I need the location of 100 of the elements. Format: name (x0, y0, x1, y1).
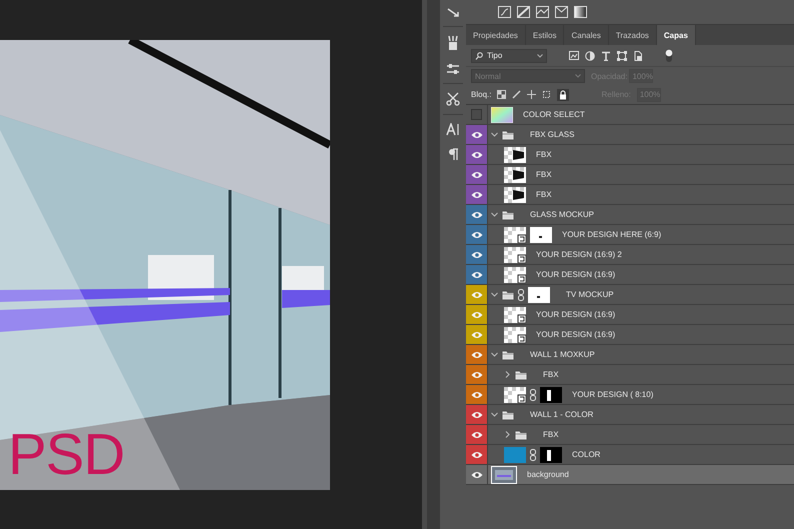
layer-row[interactable]: YOUR DESIGN (16:9) (466, 265, 794, 285)
layer-row[interactable]: COLOR (466, 445, 794, 465)
visibility-eye-icon[interactable] (470, 210, 482, 218)
folder-icon (502, 210, 514, 220)
mask-thumbnail (530, 226, 552, 242)
chevron-icon[interactable] (491, 411, 498, 418)
lock-icon[interactable] (557, 88, 570, 100)
type-filter-icon[interactable] (601, 50, 611, 60)
layer-name: FBX (543, 430, 559, 439)
visibility-eye-icon[interactable] (470, 170, 482, 178)
layer-name: YOUR DESIGN ( 8:10) (572, 390, 654, 399)
chevron-icon[interactable] (491, 351, 498, 358)
pixel-filter-icon[interactable] (569, 51, 579, 60)
smart-object-thumbnail (504, 306, 526, 322)
visibility-eye-icon[interactable] (470, 470, 482, 478)
object-thumbnail (504, 166, 526, 182)
visibility-eye-icon[interactable] (470, 130, 482, 138)
exposure-icon[interactable] (517, 6, 530, 18)
adjustment-filter-icon[interactable] (585, 50, 595, 60)
panel-tab[interactable]: Capas (656, 25, 696, 45)
folder-icon (502, 290, 514, 300)
visibility-toggle[interactable] (471, 109, 482, 120)
visibility-eye-icon[interactable] (470, 150, 482, 158)
visibility-eye-icon[interactable] (470, 250, 482, 258)
layer-row[interactable]: TV MOCKUP (466, 285, 794, 305)
gradient-map-icon[interactable] (574, 6, 587, 18)
layer-name: FBX (543, 370, 559, 379)
chevron-icon[interactable] (491, 211, 498, 218)
layer-row[interactable]: FBX GLASS (466, 125, 794, 145)
smart-object-filter-icon[interactable] (633, 50, 643, 60)
layer-row[interactable]: FBX (466, 165, 794, 185)
chevron-icon[interactable] (504, 431, 511, 438)
layer-row[interactable]: WALL 1 MOXKUP (466, 345, 794, 365)
link-icon[interactable] (530, 448, 536, 460)
layer-row[interactable]: WALL 1 - COLOR (466, 405, 794, 425)
visibility-eye-icon[interactable] (470, 390, 482, 398)
layer-name: TV MOCKUP (566, 290, 614, 299)
layer-name: YOUR DESIGN (16:9) (536, 270, 616, 279)
layer-row[interactable]: YOUR DESIGN (16:9) 2 (466, 245, 794, 265)
layer-row[interactable]: YOUR DESIGN HERE (6:9) (466, 225, 794, 245)
layer-row[interactable]: GLASS MOCKUP (466, 205, 794, 225)
lock-label: Bloq.: (471, 90, 492, 99)
chevron-icon[interactable] (491, 131, 498, 138)
psd-label: PSD (8, 426, 124, 484)
layer-name: FBX (536, 170, 552, 179)
layer-row[interactable]: YOUR DESIGN (16:9) (466, 325, 794, 345)
chevron-icon[interactable] (491, 291, 498, 298)
artboard-icon[interactable] (542, 90, 552, 99)
layer-name: GLASS MOCKUP (530, 210, 594, 219)
scissors-icon[interactable] (446, 92, 460, 106)
visibility-eye-icon[interactable] (470, 450, 482, 458)
visibility-eye-icon[interactable] (470, 190, 482, 198)
layer-name: FBX GLASS (530, 130, 574, 139)
smart-object-thumbnail (504, 326, 526, 342)
folder-icon (502, 130, 514, 140)
layer-row[interactable]: FBX (466, 145, 794, 165)
layer-row[interactable]: FBX (466, 365, 794, 385)
layer-row[interactable]: COLOR SELECT (466, 105, 794, 125)
levels-icon[interactable] (536, 6, 549, 18)
brushes-icon[interactable] (446, 35, 460, 51)
move-icon[interactable] (527, 90, 536, 99)
brush-icon[interactable] (512, 90, 522, 99)
curves-icon[interactable] (498, 6, 511, 18)
visibility-eye-icon[interactable] (470, 370, 482, 378)
mask-thumbnail (540, 386, 562, 402)
layer-filter-dropdown[interactable]: Tipo (471, 48, 547, 62)
visibility-eye-icon[interactable] (470, 410, 482, 418)
filter-toggle[interactable] (665, 48, 673, 62)
layer-name: COLOR SELECT (523, 110, 585, 119)
layer-row[interactable]: FBX (466, 185, 794, 205)
layer-name: YOUR DESIGN (16:9) (536, 330, 616, 339)
color-swatch-thumbnail (491, 106, 513, 122)
paragraph-icon[interactable] (447, 148, 459, 161)
layer-row[interactable]: background (466, 465, 794, 485)
image-thumbnail (491, 466, 517, 484)
vibrance-icon[interactable] (555, 6, 568, 18)
visibility-eye-icon[interactable] (470, 430, 482, 438)
layer-name: YOUR DESIGN (16:9) 2 (536, 250, 622, 259)
shape-filter-icon[interactable] (617, 50, 627, 60)
character-icon[interactable] (446, 123, 460, 136)
layer-row[interactable]: YOUR DESIGN (16:9) (466, 305, 794, 325)
search-icon (475, 52, 483, 60)
checkerboard-icon[interactable] (497, 90, 506, 99)
caret-icon (575, 74, 581, 78)
visibility-eye-icon[interactable] (470, 350, 482, 358)
layer-name: COLOR (572, 450, 600, 459)
visibility-eye-icon[interactable] (470, 270, 482, 278)
arrow-tool-icon[interactable] (446, 8, 460, 18)
caret-icon (537, 54, 543, 58)
chevron-icon[interactable] (504, 371, 511, 378)
link-icon[interactable] (530, 388, 536, 400)
mask-thumbnail (540, 446, 562, 462)
sliders-icon[interactable] (446, 63, 460, 75)
smart-object-thumbnail (504, 246, 526, 262)
color-fill-thumbnail (504, 446, 526, 462)
link-icon[interactable] (518, 288, 524, 300)
visibility-eye-icon[interactable] (470, 230, 482, 238)
layer-row[interactable]: FBX (466, 425, 794, 445)
layer-row[interactable]: YOUR DESIGN ( 8:10) (466, 385, 794, 405)
layer-name: YOUR DESIGN (16:9) (536, 310, 616, 319)
